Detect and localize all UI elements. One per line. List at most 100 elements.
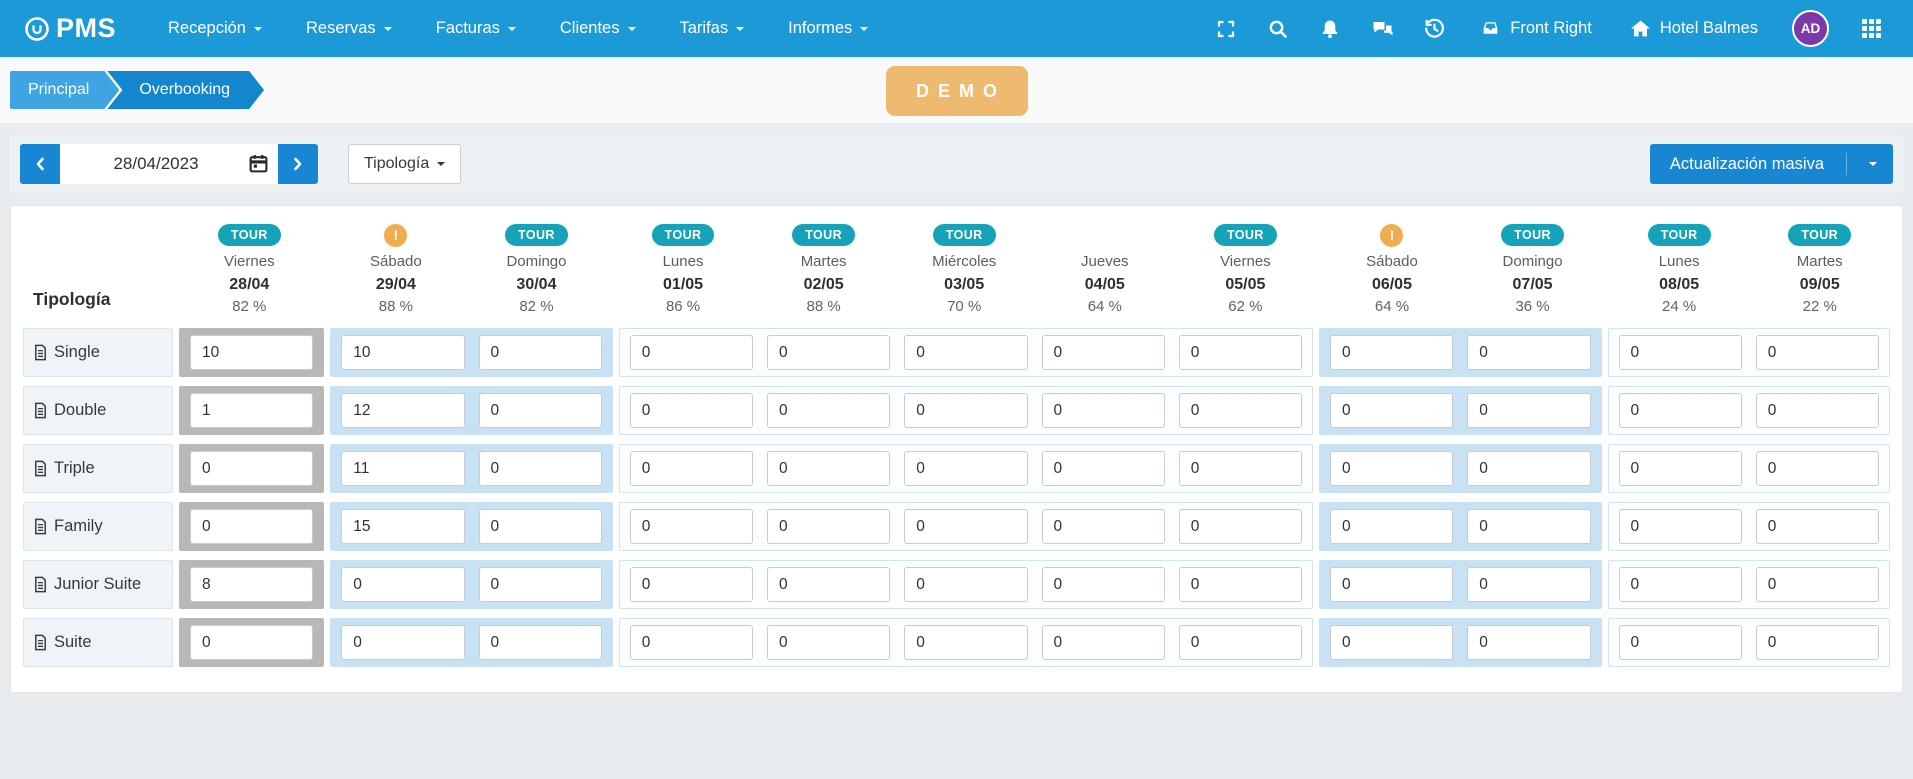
apps-grid-icon[interactable] bbox=[1851, 9, 1891, 49]
cell-input-family-09-05[interactable] bbox=[1756, 509, 1879, 544]
column-group bbox=[330, 560, 613, 609]
cell-input-single-29-04[interactable] bbox=[341, 335, 464, 370]
cell-input-double-28-04[interactable] bbox=[190, 393, 313, 428]
cell-input-junior-suite-09-05[interactable] bbox=[1756, 567, 1879, 602]
cell-input-family-01-05[interactable] bbox=[630, 509, 753, 544]
cell-input-double-06-05[interactable] bbox=[1330, 393, 1453, 428]
cell-input-family-03-05[interactable] bbox=[904, 509, 1027, 544]
cell-input-triple-01-05[interactable] bbox=[630, 451, 753, 486]
cell-input-suite-06-05[interactable] bbox=[1330, 625, 1453, 660]
cell-input-junior-suite-28-04[interactable] bbox=[190, 567, 313, 602]
search-icon[interactable] bbox=[1258, 9, 1298, 49]
cell-input-double-07-05[interactable] bbox=[1467, 393, 1590, 428]
hotel-link[interactable]: Hotel Balmes bbox=[1618, 18, 1770, 39]
cell-input-single-30-04[interactable] bbox=[479, 335, 602, 370]
nav-menu-recepcion[interactable]: Recepción bbox=[150, 9, 280, 48]
cell-input-suite-30-04[interactable] bbox=[479, 625, 602, 660]
nav-menu-tarifas[interactable]: Tarifas bbox=[662, 9, 763, 48]
cell-input-triple-07-05[interactable] bbox=[1467, 451, 1590, 486]
cell-input-double-30-04[interactable] bbox=[479, 393, 602, 428]
cell-input-triple-30-04[interactable] bbox=[479, 451, 602, 486]
breadcrumb-overbooking[interactable]: Overbooking bbox=[107, 71, 264, 109]
cell-input-triple-06-05[interactable] bbox=[1330, 451, 1453, 486]
cell-input-double-04-05[interactable] bbox=[1042, 393, 1165, 428]
cell-input-family-05-05[interactable] bbox=[1179, 509, 1302, 544]
cell-input-triple-28-04[interactable] bbox=[190, 451, 313, 486]
cell-input-single-03-05[interactable] bbox=[904, 335, 1027, 370]
cell-input-triple-05-05[interactable] bbox=[1179, 451, 1302, 486]
cell-input-family-04-05[interactable] bbox=[1042, 509, 1165, 544]
messages-icon[interactable] bbox=[1362, 9, 1402, 49]
cell-input-triple-03-05[interactable] bbox=[904, 451, 1027, 486]
cell-input-single-06-05[interactable] bbox=[1330, 335, 1453, 370]
cell-input-double-09-05[interactable] bbox=[1756, 393, 1879, 428]
cell-input-suite-07-05[interactable] bbox=[1467, 625, 1590, 660]
cell-input-junior-suite-08-05[interactable] bbox=[1619, 567, 1742, 602]
cell-input-junior-suite-30-04[interactable] bbox=[479, 567, 602, 602]
cell-input-junior-suite-07-05[interactable] bbox=[1467, 567, 1590, 602]
cell-input-family-02-05[interactable] bbox=[767, 509, 890, 544]
cell-input-suite-04-05[interactable] bbox=[1042, 625, 1165, 660]
cell-input-junior-suite-05-05[interactable] bbox=[1179, 567, 1302, 602]
notifications-icon[interactable] bbox=[1310, 9, 1350, 49]
nav-menu-clientes[interactable]: Clientes bbox=[542, 9, 654, 48]
cell-input-single-01-05[interactable] bbox=[630, 335, 753, 370]
fullscreen-icon[interactable] bbox=[1206, 9, 1246, 49]
cell-input-junior-suite-02-05[interactable] bbox=[767, 567, 890, 602]
cell-input-junior-suite-06-05[interactable] bbox=[1330, 567, 1453, 602]
cell-input-triple-08-05[interactable] bbox=[1619, 451, 1742, 486]
cell-input-triple-04-05[interactable] bbox=[1042, 451, 1165, 486]
cell-input-double-01-05[interactable] bbox=[630, 393, 753, 428]
cell-input-single-08-05[interactable] bbox=[1619, 335, 1742, 370]
cell-input-suite-05-05[interactable] bbox=[1179, 625, 1302, 660]
cell-input-triple-09-05[interactable] bbox=[1756, 451, 1879, 486]
cell-input-junior-suite-03-05[interactable] bbox=[904, 567, 1027, 602]
cell-input-suite-28-04[interactable] bbox=[190, 625, 313, 660]
cell-input-single-09-05[interactable] bbox=[1756, 335, 1879, 370]
table-cell bbox=[623, 623, 760, 662]
cell-input-junior-suite-01-05[interactable] bbox=[630, 567, 753, 602]
breadcrumb-principal[interactable]: Principal bbox=[10, 71, 119, 109]
nav-menu-facturas[interactable]: Facturas bbox=[418, 9, 534, 48]
cell-input-suite-02-05[interactable] bbox=[767, 625, 890, 660]
next-day-button[interactable] bbox=[278, 144, 318, 184]
cell-input-suite-08-05[interactable] bbox=[1619, 625, 1742, 660]
date-input[interactable] bbox=[60, 144, 278, 184]
cell-input-single-04-05[interactable] bbox=[1042, 335, 1165, 370]
cell-input-double-02-05[interactable] bbox=[767, 393, 890, 428]
nav-menu-informes[interactable]: Informes bbox=[770, 9, 886, 48]
calendar-icon[interactable] bbox=[248, 153, 269, 174]
mass-update-button[interactable]: Actualización masiva bbox=[1650, 144, 1893, 184]
user-avatar[interactable]: AD bbox=[1792, 10, 1829, 47]
cell-input-suite-29-04[interactable] bbox=[341, 625, 464, 660]
cell-input-single-02-05[interactable] bbox=[767, 335, 890, 370]
history-icon[interactable] bbox=[1414, 9, 1454, 49]
cell-input-double-08-05[interactable] bbox=[1619, 393, 1742, 428]
app-logo[interactable]: PMS bbox=[24, 13, 116, 44]
cell-input-family-30-04[interactable] bbox=[479, 509, 602, 544]
mailbox-link[interactable]: Front Right bbox=[1468, 18, 1604, 39]
cell-input-family-07-05[interactable] bbox=[1467, 509, 1590, 544]
cell-input-double-03-05[interactable] bbox=[904, 393, 1027, 428]
cell-input-single-05-05[interactable] bbox=[1179, 335, 1302, 370]
previous-day-button[interactable] bbox=[20, 144, 60, 184]
cell-input-double-05-05[interactable] bbox=[1179, 393, 1302, 428]
document-icon bbox=[32, 344, 49, 361]
cell-input-single-28-04[interactable] bbox=[190, 335, 313, 370]
cell-input-family-28-04[interactable] bbox=[190, 509, 313, 544]
nav-menu-reservas[interactable]: Reservas bbox=[288, 9, 410, 48]
cell-input-junior-suite-29-04[interactable] bbox=[341, 567, 464, 602]
cell-input-suite-01-05[interactable] bbox=[630, 625, 753, 660]
cell-input-suite-03-05[interactable] bbox=[904, 625, 1027, 660]
cell-input-family-29-04[interactable] bbox=[341, 509, 464, 544]
cell-input-triple-29-04[interactable] bbox=[341, 451, 464, 486]
cell-input-single-07-05[interactable] bbox=[1467, 335, 1590, 370]
cell-input-junior-suite-04-05[interactable] bbox=[1042, 567, 1165, 602]
typology-dropdown[interactable]: Tipología bbox=[348, 144, 461, 184]
cell-input-double-29-04[interactable] bbox=[341, 393, 464, 428]
chevron-down-icon bbox=[508, 27, 516, 35]
cell-input-family-06-05[interactable] bbox=[1330, 509, 1453, 544]
cell-input-family-08-05[interactable] bbox=[1619, 509, 1742, 544]
cell-input-suite-09-05[interactable] bbox=[1756, 625, 1879, 660]
cell-input-triple-02-05[interactable] bbox=[767, 451, 890, 486]
